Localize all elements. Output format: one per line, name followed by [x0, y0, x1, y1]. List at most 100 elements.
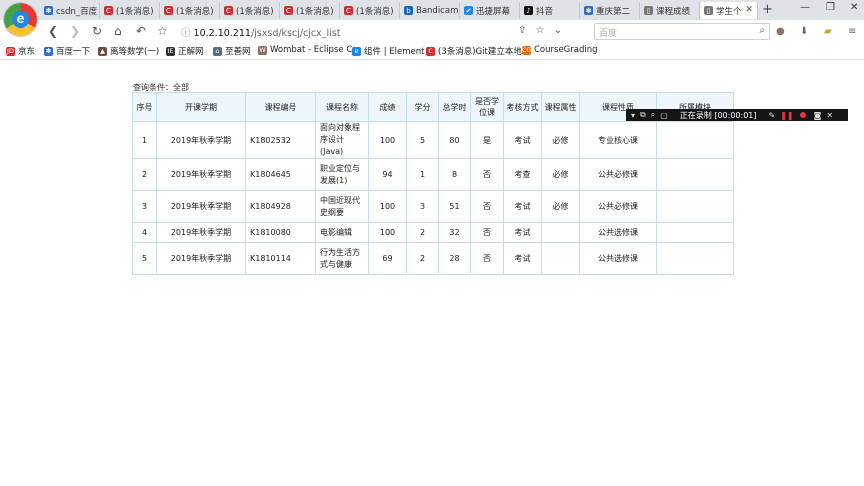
stop-record-icon[interactable]: [799, 112, 806, 118]
tab-label: (1条消息): [296, 6, 334, 17]
table-cell: 公共必修课: [579, 158, 657, 191]
table-cell: 100: [368, 190, 407, 223]
table-cell: 3: [406, 190, 439, 223]
browser-tab[interactable]: ▯ 课程成绩: [640, 2, 700, 19]
download-icon[interactable]: ⬇: [800, 26, 808, 37]
bookmark-label: 组件 | Element: [364, 47, 425, 57]
folder-icon[interactable]: ▰: [824, 26, 832, 37]
window-icon[interactable]: ⧉: [640, 110, 646, 120]
bookmark-item[interactable]: ▲ 离等数学(一): [98, 45, 159, 57]
table-row: 1 2019年秋季学期 K1802532 面向对象程序设计(Java) 100 5 80 是考…: [132, 121, 734, 159]
table-cell: K1804645: [245, 158, 316, 191]
zoom-icon[interactable]: ⌕: [651, 110, 655, 120]
xunjie-icon: ✔: [464, 6, 473, 15]
forward-icon[interactable]: ❯: [70, 24, 80, 38]
bookmark-star-icon[interactable]: ☆: [157, 24, 168, 38]
info-icon: ⓘ: [181, 28, 194, 39]
tab-label: (1条消息): [116, 6, 154, 17]
table-cell: 51: [438, 190, 471, 223]
browser-tab[interactable]: ♪ 抖音: [520, 2, 580, 19]
url-actions: ⇪ ☆ ⌄: [518, 25, 562, 36]
table-cell: 必修: [541, 121, 580, 159]
back-icon[interactable]: ❮: [48, 24, 58, 38]
browser-tab[interactable]: ✔ 迅捷屏幕: [460, 2, 520, 19]
table-cell: 8: [438, 158, 471, 191]
table-cell: 公共必修课: [579, 190, 657, 223]
bookmark-item[interactable]: IE 正解网: [166, 45, 204, 57]
table-row: 3 2019年秋季学期 K1804928 中国近现代史纲要 100 3 51 否考试 必修 公共必…: [132, 190, 734, 223]
extension-icon[interactable]: ●: [776, 26, 785, 37]
table-row: 5 2019年秋季学期 K1810114 行为生活方式与健康 69 2 28 否考试 公共选修课: [132, 242, 734, 275]
tab-label: (1条消息): [176, 6, 214, 17]
browser-tab[interactable]: ✽ csdn_百度: [40, 2, 100, 19]
table-cell: 中国近现代史纲要: [315, 190, 369, 223]
browser-tab[interactable]: C (1条消息): [220, 2, 280, 19]
tab-label: csdn_百度: [56, 6, 98, 17]
bookmark-item[interactable]: ⌂ 至善网: [213, 45, 251, 57]
pen-icon[interactable]: ✎: [769, 111, 776, 120]
menu-icon[interactable]: ≡: [848, 26, 856, 37]
tab-label: 重庆第二: [596, 6, 631, 17]
table-cell: 2: [132, 158, 157, 191]
table-cell: 2019年秋季学期: [156, 222, 246, 243]
browser-tab[interactable]: C (1条消息): [340, 2, 400, 19]
jd-icon: JD: [6, 46, 15, 56]
paw-icon: ✽: [44, 6, 53, 15]
table-cell: 否: [470, 242, 504, 275]
bookmark-label: Wombat - Eclipse C: [270, 45, 353, 55]
home-icon[interactable]: ⌂: [114, 24, 122, 38]
browser-tab[interactable]: C (1条消息): [160, 2, 220, 19]
browser-tab[interactable]: ✽ 重庆第二: [580, 2, 640, 19]
close-window-button[interactable]: ✕: [850, 2, 858, 13]
table-cell: K1810114: [245, 242, 316, 275]
star-icon[interactable]: ☆: [536, 25, 545, 36]
url-field[interactable]: ⓘ 10.2.10.211/jsxsd/kscj/cjcx_list: [181, 25, 340, 39]
bookmark-label: 离等数学(一): [110, 47, 160, 57]
dropdown-icon[interactable]: ▾: [631, 111, 635, 120]
bookmark-item[interactable]: JD 京东: [6, 45, 35, 57]
table-cell: 否: [470, 158, 504, 191]
close-tab-icon[interactable]: ✕: [745, 5, 753, 15]
csdn-icon: C: [344, 6, 353, 15]
camera-icon[interactable]: ◙: [814, 111, 822, 120]
bookmark-item[interactable]: e 组件 | Element: [352, 45, 424, 57]
browser-tab[interactable]: ▯ 学生个 ✕: [700, 2, 758, 19]
tab-bar: e + — ❐ ✕ ✽ csdn_百度 C (1条消息) C (1条消息) C (1条消息) C…: [0, 0, 864, 36]
browser-tab[interactable]: C (1条消息): [100, 2, 160, 19]
csdn-icon: C: [164, 6, 173, 15]
bookmark-item[interactable]: C (3条消息)Git建立本地: [426, 45, 522, 57]
new-tab-button[interactable]: +: [762, 2, 773, 17]
search-icon[interactable]: ⌕: [759, 25, 765, 36]
close-icon[interactable]: ✕: [826, 111, 833, 120]
fullscreen-icon[interactable]: ▢: [660, 111, 668, 120]
table-cell: 面向对象程序设计(Java): [315, 121, 369, 159]
tab-label: Bandicam: [416, 5, 459, 16]
reload-icon[interactable]: ↻: [92, 24, 102, 38]
column-header: 考核方式: [503, 92, 542, 122]
undo-icon[interactable]: ↶: [136, 24, 146, 38]
browser-tab[interactable]: C (1条消息): [280, 2, 340, 19]
maximize-button[interactable]: ❐: [826, 2, 835, 13]
pause-icon[interactable]: ❚❚: [780, 111, 793, 120]
table-cell: 电影编辑: [315, 222, 369, 243]
table-cell: 94: [368, 158, 407, 191]
table-cell: 1: [132, 121, 157, 159]
chevron-down-icon[interactable]: ⌄: [554, 25, 562, 36]
cg-icon: CG: [521, 45, 532, 55]
browser-tab[interactable]: b Bandicam: [400, 2, 460, 19]
share-icon[interactable]: ⇪: [518, 25, 526, 36]
tab-label: 抖音: [536, 6, 554, 17]
table-cell: 1: [406, 158, 439, 191]
minimize-button[interactable]: —: [800, 2, 810, 13]
search-input[interactable]: 百度 ⌕: [594, 23, 770, 40]
column-header: 序号: [132, 92, 157, 122]
column-header: 成绩: [368, 92, 407, 122]
bookmark-item[interactable]: CG CourseGrading: [522, 45, 598, 55]
bookmark-item[interactable]: W Wombat - Eclipse C: [258, 45, 352, 55]
page-icon: ▯: [704, 6, 713, 15]
csdn-icon: C: [284, 6, 293, 15]
bookmark-item[interactable]: ✽ 百度一下: [44, 45, 90, 57]
bookmark-label: CourseGrading: [534, 45, 598, 55]
table-cell: 必修: [541, 190, 580, 223]
table-cell: 考试: [503, 190, 542, 223]
